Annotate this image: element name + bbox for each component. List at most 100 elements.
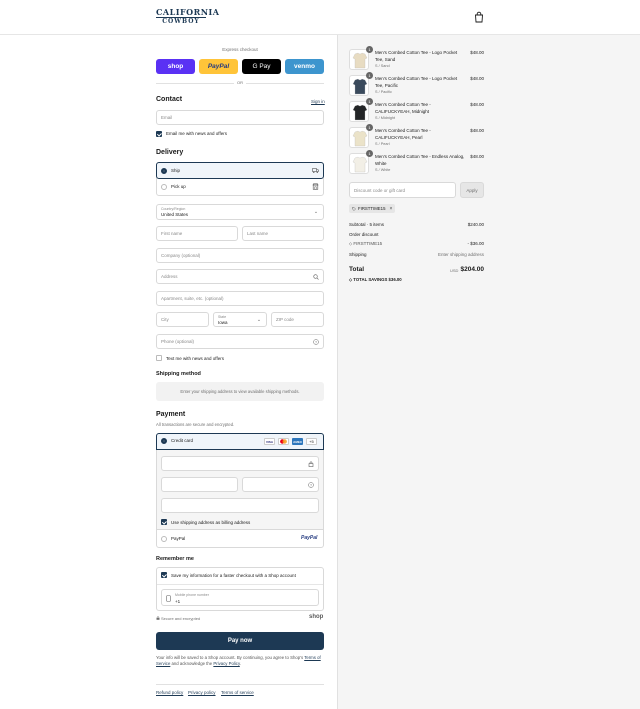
credit-card-radio[interactable] xyxy=(161,438,167,444)
save-info-checkbox[interactable] xyxy=(161,572,167,578)
mobile-phone-value: +1 xyxy=(175,598,181,604)
address-placeholder: Address xyxy=(161,274,178,279)
phone-placeholder: Phone (optional) xyxy=(161,339,195,344)
state-label: State xyxy=(218,315,227,319)
product-variant: S / Pearl xyxy=(375,141,390,146)
logo-bottom-text: COWBOY xyxy=(156,17,206,25)
quantity-badge: 1 xyxy=(366,72,373,79)
google-pay-button[interactable]: G Pay xyxy=(242,59,281,74)
svg-text:?: ? xyxy=(310,483,312,487)
discount-code-row: ◇ FIRSTTIME15 xyxy=(349,241,382,246)
more-cards-badge: +5 xyxy=(306,438,317,445)
last-name-placeholder: Last name xyxy=(247,231,269,236)
pickup-radio[interactable] xyxy=(161,184,167,190)
total-value: $204.00 xyxy=(460,266,485,273)
svg-text:?: ? xyxy=(315,340,317,344)
venmo-button[interactable]: venmo xyxy=(285,59,324,74)
shipping-value: Enter shipping address xyxy=(437,252,484,257)
express-checkout-title: Express checkout xyxy=(222,47,258,52)
state-select[interactable]: State Iowa ⌄ xyxy=(213,312,267,327)
product-name: Men's Combed Cotton Tee - Endless Analog… xyxy=(375,154,465,166)
product-price: $48.00 xyxy=(470,102,484,107)
billing-checkbox[interactable] xyxy=(161,519,167,525)
amex-icon: AMEX xyxy=(292,438,303,445)
tag-icon: ◇ xyxy=(349,241,353,246)
delivery-option-ship[interactable] xyxy=(156,162,324,179)
email-news-checkbox[interactable] xyxy=(156,131,162,137)
shop-pay-label: shop xyxy=(167,63,184,70)
product-thumbnail xyxy=(349,153,369,174)
quantity-badge: 1 xyxy=(366,150,373,157)
email-placeholder: Email xyxy=(161,115,173,120)
shipping-method-notice: Enter your shipping address to view avai… xyxy=(156,382,324,401)
google-pay-label: G Pay xyxy=(252,63,271,70)
quantity-badge: 1 xyxy=(366,46,373,53)
company-field[interactable]: Company (optional) xyxy=(156,248,324,263)
apply-button[interactable]: Apply xyxy=(460,182,484,198)
address-field[interactable]: Address xyxy=(156,269,324,284)
sign-in-link[interactable]: Sign in xyxy=(311,99,325,104)
name-on-card-field[interactable] xyxy=(161,498,319,513)
state-value: Iowa xyxy=(218,320,228,325)
security-code-field[interactable]: ? xyxy=(242,477,319,492)
product-variant: S / Pacific xyxy=(375,89,392,94)
phone-field[interactable]: Phone (optional) ? xyxy=(156,334,324,349)
help-icon[interactable]: ? xyxy=(313,339,319,345)
terms-of-service-link[interactable]: Terms of service xyxy=(221,690,254,695)
discount-tag-code: FIRSTTIME15 xyxy=(358,206,386,211)
secure-label: Secure and encrypted xyxy=(161,616,201,621)
contact-title: Contact xyxy=(156,96,183,103)
discount-tag: FIRSTTIME15 × xyxy=(349,204,396,213)
credit-card-label: Credit card xyxy=(171,438,194,443)
footer-divider xyxy=(156,684,324,685)
expiration-field[interactable] xyxy=(161,477,238,492)
subtotal-label: Subtotal · 5 items xyxy=(349,222,385,227)
refund-policy-link[interactable]: Refund policy xyxy=(156,690,183,695)
ship-radio[interactable] xyxy=(161,168,167,174)
country-value: United States xyxy=(161,212,189,217)
text-news-label: Text me with news and offers xyxy=(166,356,224,361)
mobile-phone-field[interactable]: Mobile phone number +1 xyxy=(161,589,319,606)
amex-text: AMEX xyxy=(293,439,302,444)
remember-divider xyxy=(157,584,323,585)
discount-code-field[interactable]: Discount code or gift card xyxy=(349,182,456,198)
first-name-placeholder: First name xyxy=(161,231,183,236)
country-label: Country/Region xyxy=(161,207,186,211)
text-news-checkbox[interactable] xyxy=(156,355,162,361)
currency-label: USD xyxy=(450,268,459,273)
shop-logo: shop xyxy=(309,614,324,620)
shop-privacy-link[interactable]: Privacy Policy xyxy=(213,661,239,666)
last-name-field[interactable]: Last name xyxy=(242,226,324,241)
city-placeholder: City xyxy=(161,317,169,322)
pay-now-button[interactable]: Pay now xyxy=(156,632,324,650)
or-label: OR xyxy=(234,80,246,85)
email-field[interactable]: Email xyxy=(156,110,324,125)
more-cards-text: +5 xyxy=(309,439,314,444)
paypal-button[interactable]: PayPal xyxy=(199,59,238,74)
legal-text-end: . xyxy=(239,661,241,666)
paypal-radio[interactable] xyxy=(161,536,167,542)
privacy-policy-link[interactable]: Privacy policy xyxy=(188,690,216,695)
zip-placeholder: ZIP code xyxy=(276,317,294,322)
card-number-field[interactable] xyxy=(161,456,319,471)
shipping-method-title: Shipping method xyxy=(156,371,201,377)
shop-pay-button[interactable]: shop xyxy=(156,59,195,74)
city-field[interactable]: City xyxy=(156,312,209,327)
remove-discount-icon[interactable]: × xyxy=(389,206,392,212)
product-variant: S / Midnight xyxy=(375,115,396,120)
shipping-notice-text: Enter your shipping address to view avai… xyxy=(180,389,300,394)
help-icon[interactable]: ? xyxy=(308,482,314,488)
first-name-field[interactable]: First name xyxy=(156,226,238,241)
brand-logo[interactable]: CALIFORNIA COWBOY xyxy=(156,8,219,28)
legal-text-start: Your info will be saved to a Shop accoun… xyxy=(156,655,304,660)
shopping-bag-icon[interactable] xyxy=(473,11,485,23)
country-select[interactable]: Country/Region United States ⌄ xyxy=(156,204,324,220)
total-label: Total xyxy=(349,266,365,273)
discount-value: - $36.00 xyxy=(467,241,484,246)
apartment-field[interactable]: Apartment, suite, etc. (optional) xyxy=(156,291,324,306)
product-name: Men's Combed Cotton Tee - Logo Pocket Te… xyxy=(375,76,458,88)
zip-field[interactable]: ZIP code xyxy=(271,312,324,327)
remember-me-title: Remember me xyxy=(156,556,194,562)
search-icon xyxy=(313,274,319,280)
product-variant: S / Sand xyxy=(375,63,390,68)
